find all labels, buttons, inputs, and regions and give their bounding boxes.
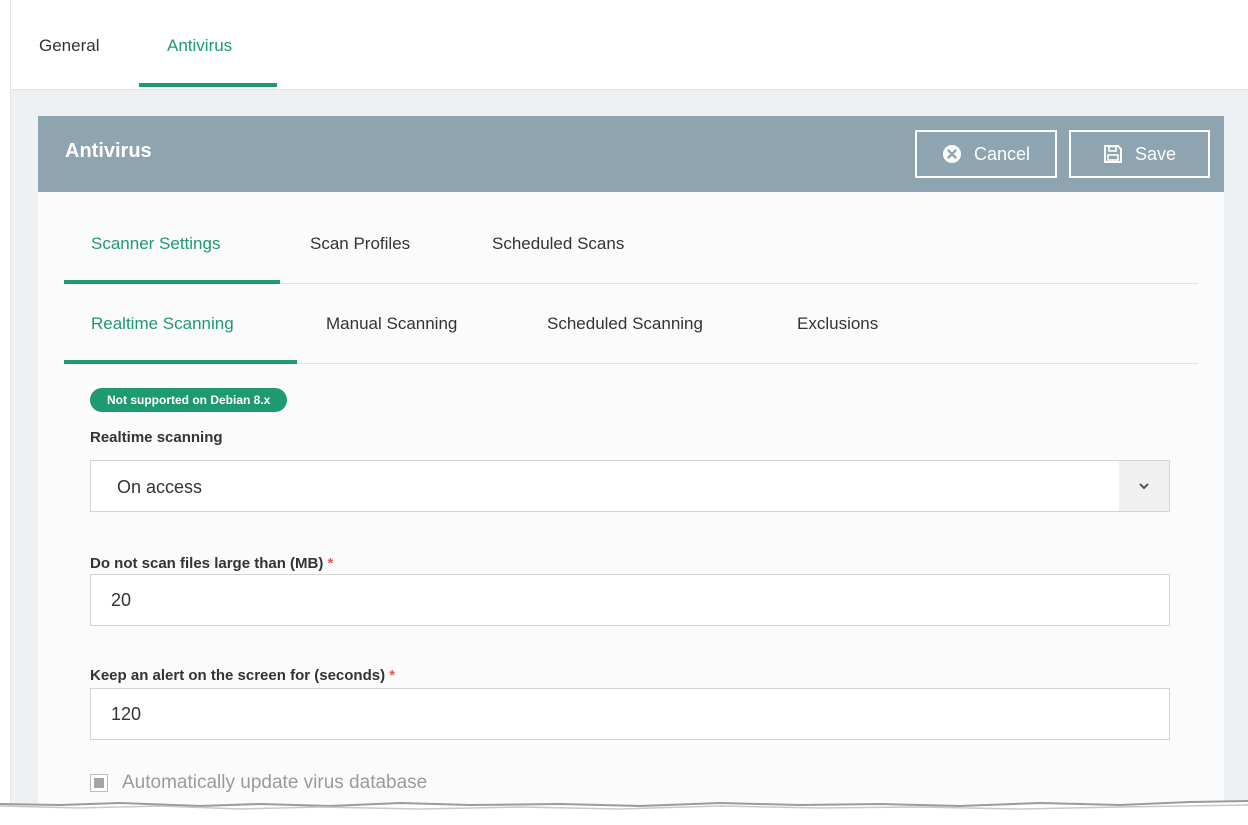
cancel-label: Cancel: [973, 143, 1031, 164]
tab-scheduled-scanning[interactable]: Scheduled Scanning: [547, 314, 703, 334]
torn-edge-decoration: [0, 800, 1248, 825]
active-scan-tab-indicator: [64, 360, 297, 364]
tab-manual-scanning[interactable]: Manual Scanning: [326, 314, 457, 334]
required-marker: *: [389, 667, 396, 684]
close-circle-icon: [942, 145, 961, 163]
top-tab-bar: General Antivirus: [10, 0, 1248, 90]
antivirus-panel: Antivirus Cancel Save Scanner Settings S…: [38, 116, 1224, 816]
max-file-size-input[interactable]: [90, 574, 1170, 626]
status-badge: Not supported on Debian 8.x: [90, 388, 288, 412]
tab-antivirus[interactable]: Antivirus: [167, 36, 232, 56]
realtime-scanning-select[interactable]: On access: [90, 460, 1170, 512]
realtime-scanning-value: On access: [117, 477, 203, 497]
cancel-button[interactable]: Cancel: [915, 130, 1057, 178]
tab-scanner-settings[interactable]: Scanner Settings: [91, 234, 220, 254]
panel-header: Antivirus Cancel Save: [38, 116, 1224, 192]
realtime-scanning-label: Realtime scanning: [90, 429, 223, 446]
tab-scheduled-scans[interactable]: Scheduled Scans: [492, 234, 624, 254]
required-marker: *: [327, 555, 334, 572]
scanning-tab-bar: Realtime Scanning Manual Scanning Schedu…: [64, 284, 1198, 364]
alert-duration-label: Keep an alert on the screen for (seconds…: [90, 667, 396, 684]
tab-scan-profiles[interactable]: Scan Profiles: [310, 234, 410, 254]
save-button[interactable]: Save: [1069, 130, 1210, 178]
settings-tab-bar: Scanner Settings Scan Profiles Scheduled…: [64, 192, 1198, 284]
panel-title: Antivirus: [65, 140, 152, 162]
alert-duration-input[interactable]: [90, 688, 1170, 740]
auto-update-checkbox[interactable]: [90, 774, 108, 792]
tab-general[interactable]: General: [39, 36, 99, 56]
panel-body: Scanner Settings Scan Profiles Scheduled…: [38, 192, 1224, 816]
auto-update-label: Automatically update virus database: [122, 772, 428, 793]
max-file-size-label: Do not scan files large than (MB) *: [90, 555, 334, 572]
floppy-disk-icon: [1103, 145, 1122, 163]
save-label: Save: [1134, 143, 1177, 164]
chevron-down-icon[interactable]: [1119, 461, 1169, 511]
auto-update-option[interactable]: Automatically update virus database: [90, 772, 427, 794]
tab-realtime-scanning[interactable]: Realtime Scanning: [91, 314, 234, 334]
tab-exclusions[interactable]: Exclusions: [797, 314, 878, 334]
active-tab-indicator: [139, 83, 277, 87]
